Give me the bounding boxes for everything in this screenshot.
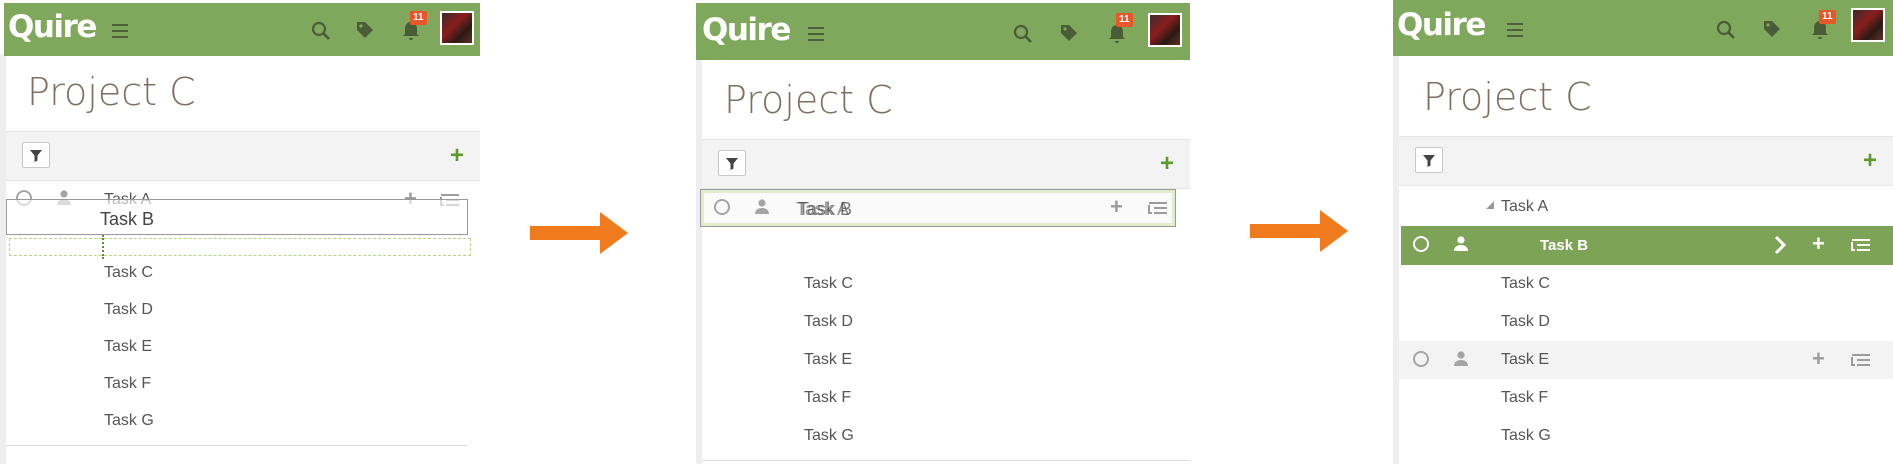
search-icon[interactable] (310, 20, 332, 42)
filter-icon (1423, 155, 1435, 167)
tags-icon[interactable] (1058, 22, 1080, 44)
add-subtask-button[interactable]: + (1110, 196, 1123, 218)
search-icon[interactable] (1012, 23, 1034, 45)
circle-icon[interactable] (1413, 236, 1429, 252)
notification-badge: 11 (410, 11, 427, 25)
toolbar: + (1399, 136, 1893, 186)
task-b-dragging[interactable]: Task B (100, 209, 154, 230)
task-g-label[interactable]: Task G (804, 427, 854, 445)
task-g-label[interactable]: Task G (104, 412, 154, 430)
task-b-overlap[interactable]: Task B (798, 199, 852, 220)
avatar[interactable] (1851, 8, 1885, 42)
filter-button[interactable] (1415, 147, 1443, 173)
subtask-icon[interactable] (1851, 352, 1871, 368)
person-icon[interactable] (1453, 350, 1469, 366)
avatar[interactable] (440, 11, 474, 45)
menu-icon[interactable] (112, 24, 128, 38)
panel-step-3: Quire 11 Project C + Task A Task B + Tas… (1393, 0, 1893, 464)
subtask-icon[interactable] (1851, 237, 1871, 253)
page-title: Project C (1423, 75, 1592, 119)
add-subtask-button[interactable]: + (1812, 233, 1825, 255)
search-icon[interactable] (1715, 19, 1737, 41)
arrow-right-icon (1250, 210, 1348, 252)
drag-ghost[interactable] (6, 199, 468, 235)
divider (702, 460, 1190, 461)
task-d-label[interactable]: Task D (104, 301, 153, 319)
task-f-label[interactable]: Task F (104, 375, 151, 393)
menu-icon[interactable] (808, 27, 824, 41)
panel-step-1: Quire 11 Project C + Task A + Task B Tas… (0, 0, 480, 464)
filter-button[interactable] (718, 150, 746, 176)
quire-logo[interactable]: Quire (702, 12, 791, 48)
drag-ghost[interactable] (700, 189, 1176, 227)
menu-icon[interactable] (1507, 23, 1523, 37)
divider (6, 445, 468, 446)
collapse-triangle-icon[interactable] (1485, 200, 1495, 210)
person-icon[interactable] (1453, 235, 1469, 251)
tags-icon[interactable] (1761, 18, 1783, 40)
task-e-label[interactable]: Task E (1501, 351, 1549, 369)
subtask-icon[interactable] (1148, 200, 1168, 216)
avatar[interactable] (1148, 13, 1182, 47)
top-bar: Quire 11 (1393, 0, 1893, 56)
add-task-button[interactable]: + (1863, 149, 1877, 173)
task-c-label[interactable]: Task C (1501, 275, 1550, 293)
arrow-right-icon (530, 212, 628, 254)
notification-badge: 11 (1116, 13, 1133, 27)
page-title: Project C (27, 70, 196, 114)
task-c-label[interactable]: Task C (104, 264, 153, 282)
filter-button[interactable] (22, 142, 50, 168)
chevron-right-icon[interactable] (1774, 235, 1786, 255)
tags-icon[interactable] (354, 19, 376, 41)
top-bar: Quire 11 (4, 3, 480, 56)
drop-placeholder (9, 238, 471, 256)
add-task-button[interactable]: + (1160, 152, 1174, 176)
toolbar: + (6, 131, 480, 181)
drop-indicator (102, 235, 104, 259)
circle-icon[interactable] (1413, 351, 1429, 367)
task-f-label[interactable]: Task F (1501, 389, 1548, 407)
task-b-label[interactable]: Task B (1540, 237, 1588, 254)
task-e-label[interactable]: Task E (804, 351, 852, 369)
filter-icon (30, 150, 42, 162)
quire-logo[interactable]: Quire (1397, 7, 1486, 43)
add-subtask-button[interactable]: + (1812, 348, 1825, 370)
left-border (1393, 54, 1399, 464)
left-border (696, 54, 702, 464)
circle-icon[interactable] (714, 199, 730, 215)
person-icon[interactable] (754, 198, 770, 214)
task-d-label[interactable]: Task D (1501, 313, 1550, 331)
toolbar: + (702, 139, 1190, 189)
task-f-label[interactable]: Task F (804, 389, 851, 407)
left-border (0, 54, 6, 464)
task-e-label[interactable]: Task E (104, 338, 152, 356)
panel-step-2: Quire 11 Project C + Task A Task B + Tas… (696, 0, 1190, 464)
task-g-label[interactable]: Task G (1501, 427, 1551, 445)
notification-badge: 11 (1819, 10, 1836, 24)
task-a-label[interactable]: Task A (1501, 198, 1548, 216)
quire-logo[interactable]: Quire (8, 9, 97, 45)
page-title: Project C (724, 78, 893, 122)
filter-icon (726, 158, 738, 170)
add-task-button[interactable]: + (450, 144, 464, 168)
task-c-label[interactable]: Task C (804, 275, 853, 293)
task-d-label[interactable]: Task D (804, 313, 853, 331)
top-bar: Quire 11 (696, 3, 1190, 60)
